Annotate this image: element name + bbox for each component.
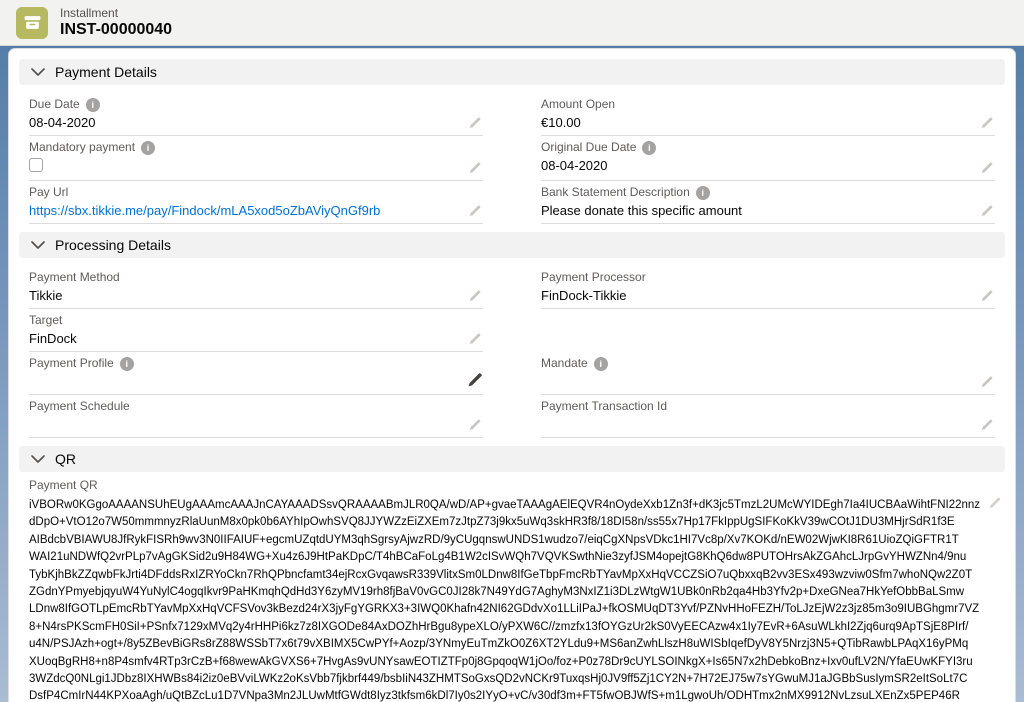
page-background: Installment INST-00000040 Payment Detail…	[0, 0, 1024, 702]
field-label: Target	[29, 313, 62, 328]
page-title: INST-00000040	[60, 21, 172, 39]
field-mandatory-payment: Mandatory payment i	[29, 136, 483, 181]
chevron-down-icon	[31, 68, 45, 76]
pay-url-link[interactable]: https://sbx.tikkie.me/pay/Findock/mLA5xo…	[29, 203, 380, 218]
chevron-down-icon	[31, 241, 45, 249]
qr-text-line: ZGdnYPmyebjqyuW4YuNylC4ogqIkvr9PaHKmqhQd…	[29, 584, 995, 601]
section-header-processing-details[interactable]: Processing Details	[19, 232, 1005, 258]
qr-text-line: 8+N4rsPKScmFH0SiI+PSnfx7129xMVq2y4rHHPi6…	[29, 619, 995, 636]
field-target: Target FinDock	[29, 309, 483, 352]
field-payment-profile: Payment Profile i	[29, 352, 483, 395]
edit-pencil-icon[interactable]	[980, 161, 993, 174]
empty-field-slot	[541, 309, 995, 352]
field-value	[541, 416, 969, 434]
field-mandate: Mandate i	[541, 352, 995, 395]
edit-pencil-icon[interactable]	[468, 161, 481, 174]
edit-pencil-icon[interactable]	[466, 371, 482, 387]
field-label: Original Due Date	[541, 140, 636, 155]
field-value: FinDock	[29, 330, 457, 348]
section-header-qr[interactable]: QR	[19, 446, 1005, 472]
qr-text-line: XUoqBgRH8+n8P4smfv4RTp3rCzB+f68wewAkGVXS…	[29, 654, 995, 671]
field-label: Payment Method	[29, 270, 120, 285]
field-value: €10.00	[541, 114, 969, 132]
field-pay-url: Pay Url https://sbx.tikkie.me/pay/Findoc…	[29, 181, 483, 224]
section-title: Processing Details	[55, 237, 171, 253]
mandatory-payment-checkbox[interactable]	[29, 158, 43, 172]
edit-pencil-icon[interactable]	[980, 116, 993, 129]
processing-details-fields: Payment Method Tikkie Payment Processor …	[19, 266, 1005, 438]
info-icon[interactable]: i	[696, 186, 710, 200]
field-due-date: Due Date i 08-04-2020	[29, 93, 483, 136]
field-label: Pay Url	[29, 185, 68, 200]
edit-pencil-icon[interactable]	[980, 204, 993, 217]
qr-text-line: TybKjhBkZZqwbFkJrti4DFddsRxIZRYoCkn7RhQP…	[29, 567, 995, 584]
field-label: Payment QR	[29, 478, 995, 493]
field-label: Payment Schedule	[29, 399, 130, 414]
edit-pencil-icon[interactable]	[468, 418, 481, 431]
edit-pencil-icon[interactable]	[468, 289, 481, 302]
info-icon[interactable]: i	[642, 141, 656, 155]
field-value: FinDock-Tikkie	[541, 287, 969, 305]
field-payment-processor: Payment Processor FinDock-Tikkie	[541, 266, 995, 309]
qr-text-line: iVBORw0KGgoAAAANSUhEUgAAAmcAAAJnCAYAAADS…	[29, 497, 995, 514]
info-icon[interactable]: i	[141, 141, 155, 155]
field-payment-transaction-id: Payment Transaction Id	[541, 395, 995, 438]
edit-pencil-icon[interactable]	[988, 496, 1001, 509]
section-title: Payment Details	[55, 64, 157, 80]
qr-text-line: u4N/PSJAzh+ogt+/8y5ZBevBiGRs8rZ88WSSbT7x…	[29, 636, 995, 653]
field-label: Bank Statement Description	[541, 185, 690, 200]
info-icon[interactable]: i	[120, 357, 134, 371]
qr-text-line: dDpO+VtO12o7W50mmmnyzRlaUunM8x0pk0b6AYhI…	[29, 514, 995, 531]
field-value: 08-04-2020	[29, 114, 457, 132]
field-value	[29, 373, 457, 391]
info-icon[interactable]: i	[86, 98, 100, 112]
field-bank-statement-description: Bank Statement Description i Please donat…	[541, 181, 995, 224]
record-header: Installment INST-00000040	[0, 0, 1024, 46]
qr-text-line: WAI21uNDWfQ2vrPLp7vAgGKSid2u9H84WG+Xu4z6…	[29, 549, 995, 566]
field-value	[541, 373, 969, 391]
record-detail-card: Payment Details Due Date i 08-04-2020 Amo…	[8, 48, 1016, 702]
section-title: QR	[55, 451, 76, 467]
edit-pencil-icon[interactable]	[980, 375, 993, 388]
field-label: Due Date	[29, 97, 80, 112]
field-label: Mandatory payment	[29, 140, 135, 155]
edit-pencil-icon[interactable]	[468, 332, 481, 345]
chevron-down-icon	[31, 455, 45, 463]
qr-text-line: 3WZdcQ0NLgi1JDbz8IXHWBs84i2iz0eBVviLWKz2…	[29, 671, 995, 688]
field-label: Payment Profile	[29, 356, 114, 371]
field-label: Mandate	[541, 356, 588, 371]
field-label: Payment Transaction Id	[541, 399, 667, 414]
payment-details-fields: Due Datei 08-04-2020 Amount Open €10.00 …	[19, 93, 1005, 224]
edit-pencil-icon[interactable]	[468, 116, 481, 129]
info-icon[interactable]: i	[594, 357, 608, 371]
field-amount-open: Amount Open €10.00	[541, 93, 995, 136]
installment-box-icon	[16, 7, 48, 39]
payment-qr-value: iVBORw0KGgoAAAANSUhEUgAAAmcAAAJnCAYAAADS…	[29, 497, 995, 702]
qr-text-line: DsfP4CmIrN44KPXoaAgh/uQtBZcLu1D7VNpa3Mn2…	[29, 688, 995, 702]
field-label: Payment Processor	[541, 270, 646, 285]
field-payment-method: Payment Method Tikkie	[29, 266, 483, 309]
field-value: Please donate this specific amount	[541, 202, 969, 220]
edit-pencil-icon[interactable]	[980, 289, 993, 302]
field-payment-qr: Payment QR iVBORw0KGgoAAAANSUhEUgAAAmcAA…	[19, 472, 1005, 702]
field-payment-schedule: Payment Schedule	[29, 395, 483, 438]
field-value: 08-04-2020	[541, 157, 969, 175]
qr-text-line: AIBdcbVBIAWU8JfRykFISRh9wv3N0IIFAIUF+egc…	[29, 532, 995, 549]
field-value	[29, 416, 457, 434]
field-original-due-date: Original Due Date i 08-04-2020	[541, 136, 995, 181]
edit-pencil-icon[interactable]	[468, 204, 481, 217]
field-value: Tikkie	[29, 287, 457, 305]
qr-text-line: LDnw8IfGOTLpEmcRbTYavMpXxHqVCFSVov3kBezd…	[29, 601, 995, 618]
edit-pencil-icon[interactable]	[980, 418, 993, 431]
field-label: Amount Open	[541, 97, 615, 112]
entity-label: Installment	[60, 7, 172, 20]
section-header-payment-details[interactable]: Payment Details	[19, 59, 1005, 85]
